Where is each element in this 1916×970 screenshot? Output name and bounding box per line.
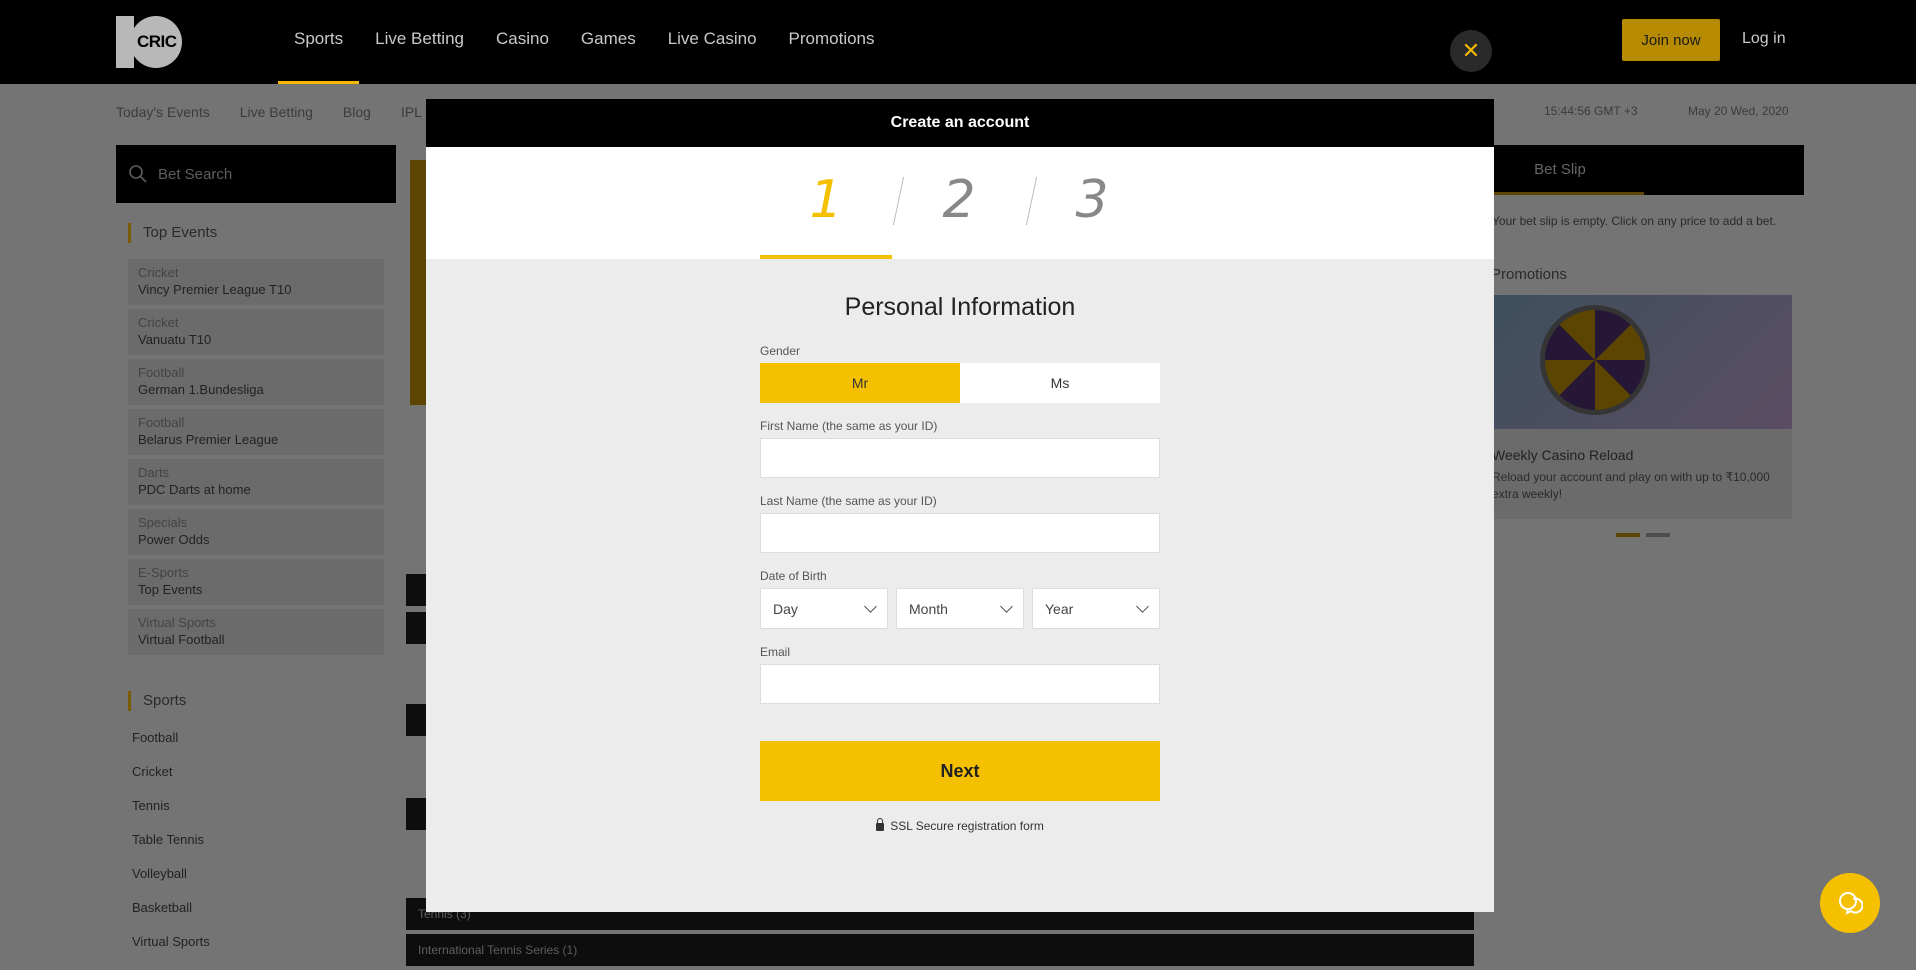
nav-promotions[interactable]: Promotions: [773, 0, 891, 84]
chevron-down-icon: [864, 599, 877, 613]
gender-toggle: Mr Ms: [760, 363, 1160, 403]
nav-casino[interactable]: Casino: [480, 0, 565, 84]
close-icon: ✕: [1461, 38, 1481, 63]
chevron-down-icon: [1136, 599, 1149, 613]
top-header: CRIC Sports Live Betting Casino Games Li…: [0, 0, 1916, 84]
gender-ms-option[interactable]: Ms: [960, 363, 1160, 403]
dob-selects: Day Month Year: [760, 588, 1160, 629]
dob-day-value: Day: [773, 600, 798, 617]
gender-label: Gender: [760, 344, 801, 358]
chat-icon: [1839, 892, 1863, 915]
step-2: 2: [942, 170, 976, 230]
dob-year-select[interactable]: Year: [1032, 588, 1160, 629]
dob-month-value: Month: [909, 600, 948, 617]
dob-day-select[interactable]: Day: [760, 588, 888, 629]
gender-mr-option[interactable]: Mr: [760, 363, 960, 403]
site-logo[interactable]: CRIC: [116, 16, 186, 68]
personal-info-form: Personal Information Gender Mr Ms First …: [760, 259, 1160, 833]
email-input[interactable]: [760, 664, 1160, 704]
chevron-down-icon: [1000, 599, 1013, 613]
nav-live-betting[interactable]: Live Betting: [359, 0, 480, 84]
step-indicator: 1 2 3: [426, 147, 1494, 259]
dob-year-value: Year: [1045, 600, 1074, 617]
step-3: 3: [1075, 170, 1109, 230]
ssl-notice: SSL Secure registration form: [760, 818, 1160, 833]
modal-title: Create an account: [426, 99, 1494, 147]
first-name-input[interactable]: [760, 438, 1160, 478]
chat-button[interactable]: [1820, 873, 1880, 933]
lock-icon: [876, 818, 885, 831]
first-name-label: First Name (the same as your ID): [760, 419, 938, 433]
ssl-text: SSL Secure registration form: [890, 819, 1044, 833]
form-title: Personal Information: [844, 293, 1076, 321]
last-name-input[interactable]: [760, 513, 1160, 553]
dob-month-select[interactable]: Month: [896, 588, 1024, 629]
create-account-modal: Create an account 1 2 3 Personal Informa…: [426, 99, 1494, 912]
nav-sports[interactable]: Sports: [278, 0, 360, 84]
close-modal-button[interactable]: ✕: [1450, 30, 1492, 72]
nav-games[interactable]: Games: [565, 0, 652, 84]
step-1: 1: [760, 167, 892, 259]
logo-text: CRIC: [137, 32, 177, 51]
dob-label: Date of Birth: [760, 569, 827, 583]
email-label: Email: [760, 645, 791, 659]
login-link[interactable]: Log in: [1742, 30, 1786, 48]
main-nav: Sports Live Betting Casino Games Live Ca…: [278, 0, 891, 84]
join-now-button[interactable]: Join now: [1622, 19, 1720, 61]
last-name-label: Last Name (the same as your ID): [760, 494, 937, 508]
nav-live-casino[interactable]: Live Casino: [652, 0, 773, 84]
next-button[interactable]: Next: [760, 741, 1160, 801]
